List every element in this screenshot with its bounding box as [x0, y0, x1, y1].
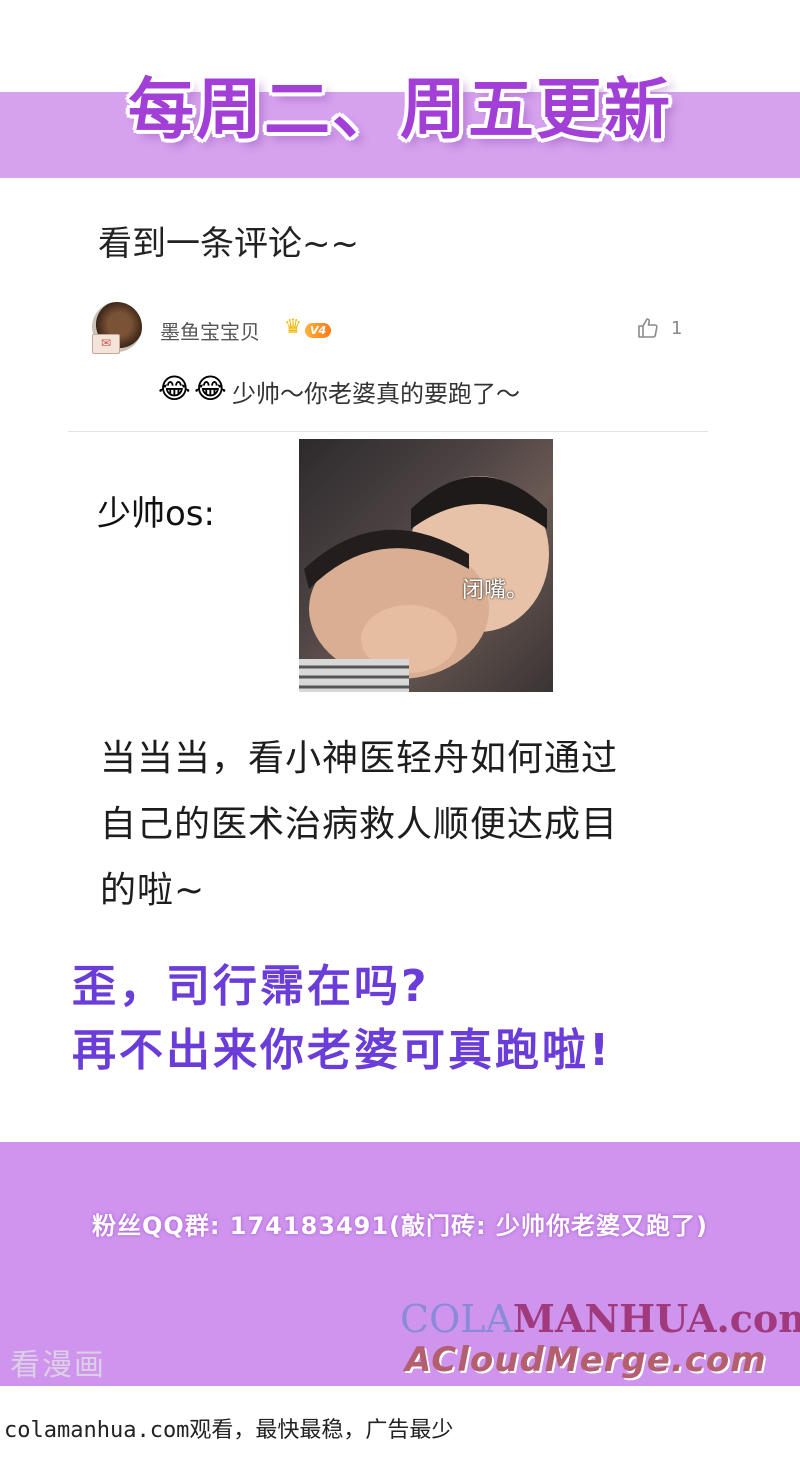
meme-photo	[299, 439, 553, 692]
story-line: 自己的医术治病救人顺便达成目	[100, 804, 619, 845]
comment-heading: 看到一条评论~~	[98, 224, 359, 264]
crown-icon: ♛	[284, 314, 302, 338]
story-text: 当当当，看小神医轻舟如何通过 自己的医术治病救人顺便达成目 的啦~	[100, 726, 720, 924]
thumbs-up-icon[interactable]	[636, 316, 660, 340]
call-out-line: 再不出来你老婆可真跑啦!	[72, 1025, 613, 1076]
watermark-text: 看漫画	[10, 1348, 106, 1383]
envelope-icon: ✉	[92, 334, 120, 354]
brand-logo: COLAMANHUA.com	[400, 1296, 800, 1341]
laughing-emoji-icon: 😂	[194, 372, 227, 405]
level-badge: V4	[305, 323, 332, 338]
meme-caption: 闭嘴。	[462, 578, 529, 603]
brand-part: MANHUA	[512, 1296, 717, 1341]
brand-logo-secondary: ACloudMerge.com	[405, 1340, 767, 1380]
footer-text: colamanhua.com观看，最快最稳，广告最少	[4, 1418, 454, 1443]
story-line: 当当当，看小神医轻舟如何通过	[100, 738, 619, 779]
like-count: 1	[671, 318, 683, 339]
divider	[68, 431, 708, 432]
call-out-text: 歪，司行霈在吗? 再不出来你老婆可真跑啦!	[72, 955, 772, 1083]
comment-text: 少帅～你老婆真的要跑了～	[232, 380, 520, 408]
call-out-line: 歪，司行霈在吗?	[72, 961, 430, 1012]
laughing-emoji-icon: 😂	[158, 372, 191, 405]
qq-group-text: 粉丝QQ群: 174183491(敲门砖: 少帅你老婆又跑了)	[92, 1212, 708, 1240]
brand-part: .com	[716, 1296, 800, 1341]
reaction-label: 少帅os:	[97, 494, 215, 534]
update-schedule-title: 每周二、周五更新	[128, 71, 672, 148]
story-line: 的啦~	[100, 870, 206, 911]
brand-part: COLA	[400, 1297, 513, 1341]
username[interactable]: 墨鱼宝宝贝	[160, 316, 260, 345]
